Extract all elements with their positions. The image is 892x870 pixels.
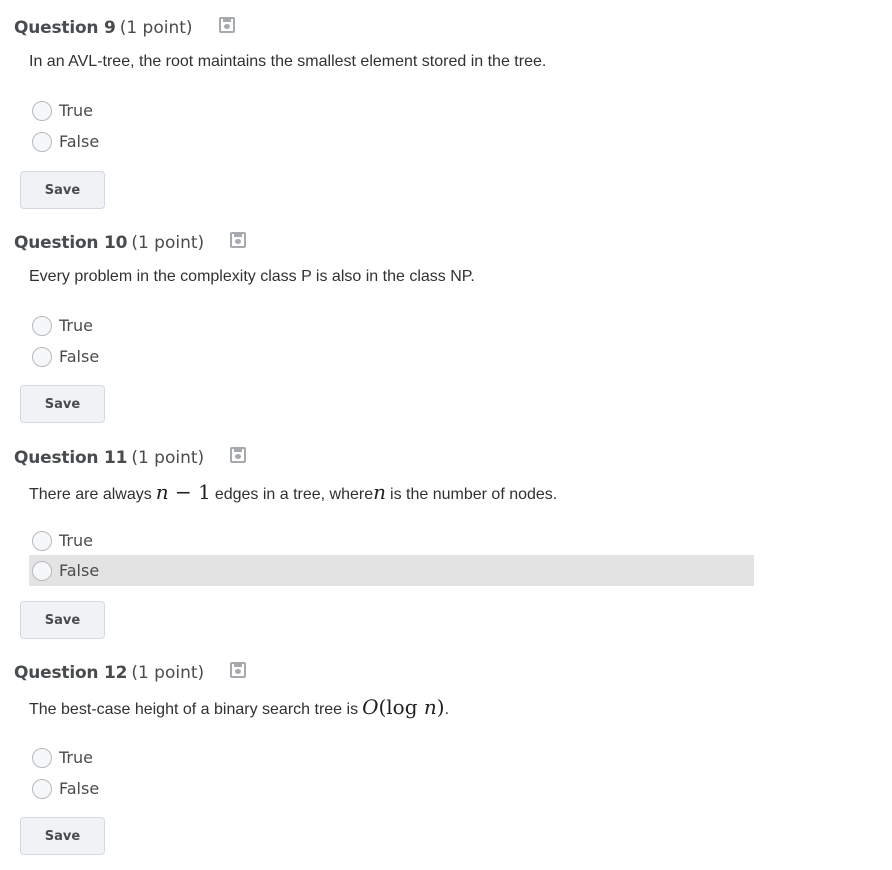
option-false[interactable]: False xyxy=(29,773,754,804)
radio-button[interactable] xyxy=(32,778,52,799)
option-label: True xyxy=(59,531,93,550)
save-button[interactable]: Save xyxy=(20,601,105,639)
option-false[interactable]: False xyxy=(29,555,754,586)
radio-button[interactable] xyxy=(32,560,52,581)
question-text-part: Every problem in the complexity class P … xyxy=(29,268,475,285)
option-label: True xyxy=(59,101,93,120)
question-points: (1 point) xyxy=(131,663,205,683)
question-title: Question 10 xyxy=(14,233,128,253)
question-text-part: There are always xyxy=(29,486,152,503)
question-text-part: edges in a tree, where xyxy=(214,486,374,503)
math-var: n xyxy=(373,480,387,504)
option-label: False xyxy=(59,779,100,798)
question-text-part: In an AVL-tree, the root maintains the s… xyxy=(29,53,547,70)
radio-button[interactable] xyxy=(32,747,52,768)
question-title: Question 11 xyxy=(14,448,128,468)
math-var: n xyxy=(423,695,437,719)
option-label: False xyxy=(59,561,100,580)
question-text: Every problem in the complexity class P … xyxy=(29,268,475,286)
option-label: True xyxy=(59,748,93,767)
save-status-icon xyxy=(218,17,235,33)
question-text-part: . xyxy=(444,701,450,718)
save-status-icon xyxy=(230,232,247,248)
question-header: Question 11 (1 point) xyxy=(14,445,247,471)
question-points: (1 point) xyxy=(131,233,205,253)
option-true[interactable]: True xyxy=(29,95,754,126)
save-status-icon xyxy=(230,662,247,678)
radio-button[interactable] xyxy=(32,530,52,551)
radio-button[interactable] xyxy=(32,100,52,121)
radio-button[interactable] xyxy=(32,346,52,367)
question-text: In an AVL-tree, the root maintains the s… xyxy=(29,53,546,71)
option-true[interactable]: True xyxy=(29,310,754,341)
option-label: True xyxy=(59,316,93,335)
question-text-part: The best-case height of a binary search … xyxy=(29,701,359,718)
math-expr: ) xyxy=(436,695,445,719)
option-label: False xyxy=(59,347,100,366)
save-status-icon xyxy=(230,447,247,463)
question-header: Question 9 (1 point) xyxy=(14,15,235,41)
math-var: O xyxy=(362,695,379,719)
radio-button[interactable] xyxy=(32,131,52,152)
math-expr: − 1 xyxy=(168,480,211,504)
question-points: (1 point) xyxy=(131,448,205,468)
question-text-part: is the number of nodes. xyxy=(390,486,558,503)
option-label: False xyxy=(59,132,100,151)
math-expression: n xyxy=(373,480,386,504)
question-title: Question 9 xyxy=(14,18,116,38)
save-button[interactable]: Save xyxy=(20,817,105,855)
math-var: n xyxy=(155,480,169,504)
question-title: Question 12 xyxy=(14,663,128,683)
save-button[interactable]: Save xyxy=(20,385,105,423)
option-false[interactable]: False xyxy=(29,341,754,372)
option-true[interactable]: True xyxy=(29,525,754,556)
math-expression: O(log n) xyxy=(362,695,445,719)
math-expression: n − 1 xyxy=(156,480,211,504)
radio-button[interactable] xyxy=(32,315,52,336)
save-button[interactable]: Save xyxy=(20,171,105,209)
question-text: The best-case height of a binary search … xyxy=(29,695,449,719)
question-text: There are always n − 1 edges in a tree, … xyxy=(29,480,557,504)
question-header: Question 12 (1 point) xyxy=(14,660,247,686)
option-false[interactable]: False xyxy=(29,126,754,157)
question-header: Question 10 (1 point) xyxy=(14,230,247,256)
math-expr: (log xyxy=(378,695,424,719)
question-points: (1 point) xyxy=(119,18,193,38)
option-true[interactable]: True xyxy=(29,742,754,773)
